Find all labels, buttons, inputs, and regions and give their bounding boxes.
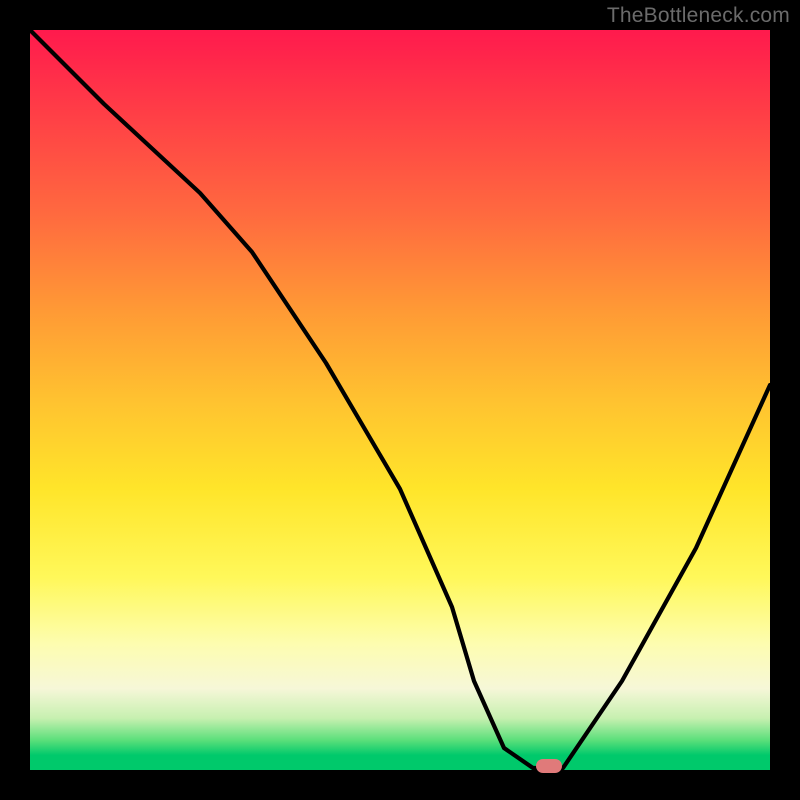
curve-layer (30, 30, 770, 770)
watermark-text: TheBottleneck.com (607, 4, 790, 28)
chart-frame: TheBottleneck.com (0, 0, 800, 800)
plot-area (30, 30, 770, 770)
optimum-marker (536, 759, 562, 773)
bottleneck-curve (30, 30, 770, 768)
